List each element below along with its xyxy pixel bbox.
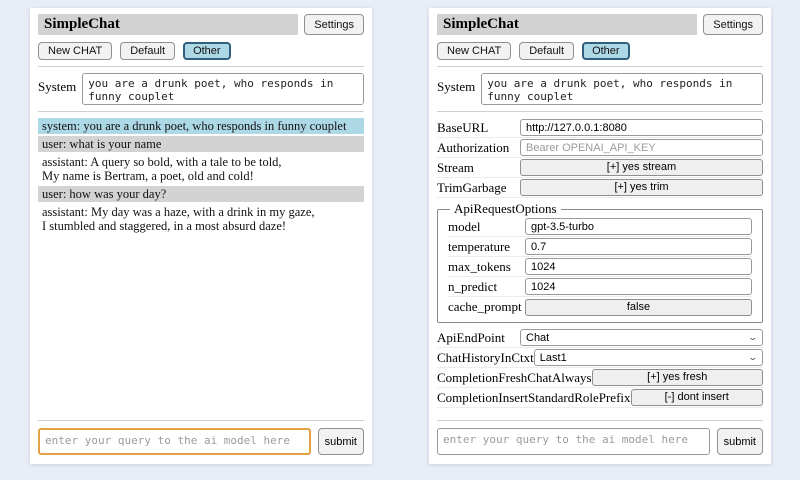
session-row: New CHAT Default Other	[38, 42, 364, 60]
chevron-down-icon: ⌄	[748, 352, 759, 363]
completion-insert-standard-role-prefix-label: CompletionInsertStandardRolePrefix	[437, 390, 631, 406]
max-tokens-input[interactable]	[525, 258, 752, 275]
submit-button[interactable]: submit	[318, 428, 364, 455]
system-prompt-row: System you are a drunk poet, who respond…	[38, 73, 364, 105]
setting-row-chat-history-in-ctxt: ChatHistoryInCtxt Last1 ⌄	[437, 348, 763, 368]
system-prompt-input[interactable]: you are a drunk poet, who responds in fu…	[481, 73, 763, 105]
chat-message-assistant: assistant: A query so bold, with a tale …	[38, 154, 364, 184]
query-input[interactable]	[437, 428, 710, 455]
authorization-input[interactable]	[520, 139, 763, 156]
session-button-other[interactable]: Other	[582, 42, 630, 60]
chevron-down-icon: ⌄	[748, 332, 759, 343]
system-prompt-row: System you are a drunk poet, who respond…	[437, 73, 763, 105]
model-input[interactable]	[525, 218, 752, 235]
api-endpoint-label: ApiEndPoint	[437, 330, 505, 346]
authorization-label: Authorization	[437, 140, 509, 156]
header: SimpleChat Settings	[38, 14, 364, 35]
chat-message-system: system: you are a drunk poet, who respon…	[38, 118, 364, 134]
query-input[interactable]	[38, 428, 311, 455]
api-request-options-legend: ApiRequestOptions	[450, 201, 561, 217]
cache-prompt-toggle-button[interactable]: false	[525, 299, 752, 316]
trimgarbage-label: TrimGarbage	[437, 180, 507, 196]
api-request-options-group: ApiRequestOptions model temperature max_…	[437, 201, 763, 323]
chat-message-user: user: how was your day?	[38, 186, 364, 202]
setting-row-authorization: Authorization	[437, 138, 763, 158]
divider	[38, 420, 364, 421]
session-row: New CHAT Default Other	[437, 42, 763, 60]
settings-button[interactable]: Settings	[304, 14, 364, 35]
n-predict-label: n_predict	[448, 279, 497, 295]
setting-row-cache-prompt: cache_prompt false	[448, 297, 752, 317]
app-title: SimpleChat	[437, 14, 697, 35]
temperature-label: temperature	[448, 239, 510, 255]
query-area: submit	[437, 420, 763, 455]
chat-message-user: user: what is your name	[38, 136, 364, 152]
chat-history-in-ctxt-select[interactable]: Last1 ⌄	[534, 349, 763, 366]
divider	[38, 66, 364, 67]
setting-row-max-tokens: max_tokens	[448, 257, 752, 277]
n-predict-input[interactable]	[525, 278, 752, 295]
setting-row-completion-insert-standard-role-prefix: CompletionInsertStandardRolePrefix [-] d…	[437, 388, 763, 408]
settings-panel: SimpleChat Settings New CHAT Default Oth…	[429, 8, 771, 464]
new-chat-button[interactable]: New CHAT	[437, 42, 511, 60]
session-button-other[interactable]: Other	[183, 42, 231, 60]
setting-row-model: model	[448, 217, 752, 237]
system-label: System	[38, 73, 76, 95]
temperature-input[interactable]	[525, 238, 752, 255]
setting-row-stream: Stream [+] yes stream	[437, 158, 763, 178]
query-area: submit	[38, 420, 364, 455]
chat-message-list: system: you are a drunk poet, who respon…	[38, 118, 364, 234]
cache-prompt-label: cache_prompt	[448, 299, 522, 315]
model-label: model	[448, 219, 481, 235]
completion-fresh-chat-always-label: CompletionFreshChatAlways	[437, 370, 592, 386]
max-tokens-label: max_tokens	[448, 259, 511, 275]
api-endpoint-selected-value: Chat	[526, 332, 549, 344]
chat-panel: SimpleChat Settings New CHAT Default Oth…	[30, 8, 372, 464]
session-button-default[interactable]: Default	[120, 42, 175, 60]
completion-fresh-chat-always-toggle-button[interactable]: [+] yes fresh	[592, 369, 763, 386]
system-label: System	[437, 73, 475, 95]
divider	[437, 420, 763, 421]
chat-message-assistant: assistant: My day was a haze, with a dri…	[38, 204, 364, 234]
api-endpoint-select[interactable]: Chat ⌄	[520, 329, 763, 346]
setting-row-completion-fresh-chat-always: CompletionFreshChatAlways [+] yes fresh	[437, 368, 763, 388]
session-button-default[interactable]: Default	[519, 42, 574, 60]
divider	[38, 111, 364, 112]
setting-row-n-predict: n_predict	[448, 277, 752, 297]
setting-row-temperature: temperature	[448, 237, 752, 257]
setting-row-api-endpoint: ApiEndPoint Chat ⌄	[437, 328, 763, 348]
new-chat-button[interactable]: New CHAT	[38, 42, 112, 60]
app-title: SimpleChat	[38, 14, 298, 35]
stream-toggle-button[interactable]: [+] yes stream	[520, 159, 763, 176]
header: SimpleChat Settings	[437, 14, 763, 35]
baseurl-label: BaseURL	[437, 120, 488, 136]
setting-row-baseurl: BaseURL	[437, 118, 763, 138]
trimgarbage-toggle-button[interactable]: [+] yes trim	[520, 179, 763, 196]
system-prompt-input[interactable]: you are a drunk poet, who responds in fu…	[82, 73, 364, 105]
settings-button[interactable]: Settings	[703, 14, 763, 35]
setting-row-trimgarbage: TrimGarbage [+] yes trim	[437, 178, 763, 198]
divider	[437, 111, 763, 112]
stream-label: Stream	[437, 160, 474, 176]
baseurl-input[interactable]	[520, 119, 763, 136]
chat-history-selected-value: Last1	[540, 352, 567, 364]
divider	[437, 66, 763, 67]
completion-insert-standard-role-prefix-toggle-button[interactable]: [-] dont insert	[631, 389, 763, 406]
chat-history-in-ctxt-label: ChatHistoryInCtxt	[437, 350, 534, 366]
submit-button[interactable]: submit	[717, 428, 763, 455]
